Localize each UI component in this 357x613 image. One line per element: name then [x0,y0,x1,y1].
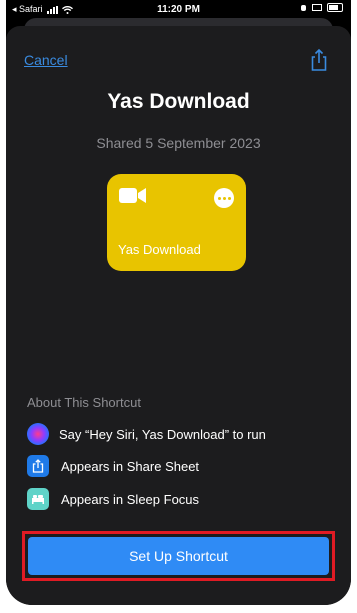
list-item-text: Appears in Share Sheet [61,458,200,474]
set-up-shortcut-button[interactable]: Set Up Shortcut [28,537,329,575]
cancel-button[interactable]: Cancel [24,52,68,68]
shared-date: Shared 5 September 2023 [96,135,261,151]
about-heading: About This Shortcut [27,395,141,410]
list-item-text: Appears in Sleep Focus [61,491,200,507]
status-bar: ◂ Safari 11:20 PM [6,0,351,20]
list-item-text: Say “Hey Siri, Yas Download” to run [59,426,266,442]
screen-mirroring-icon [312,3,322,11]
tile-label: Yas Download [118,242,201,257]
video-camera-icon [119,188,146,203]
list-item-siri: Say “Hey Siri, Yas Download” to run [27,423,266,445]
status-right [300,3,343,12]
highlight-box: Set Up Shortcut [22,531,335,581]
phone-screen: ◂ Safari 11:20 PM Cancel Yas Download Sh… [6,0,351,605]
alarm-icon [301,4,306,11]
shortcut-sheet: Cancel Yas Download Shared 5 September 2… [6,26,351,605]
list-item-share-sheet: Appears in Share Sheet [27,455,199,477]
battery-icon [327,3,343,12]
shortcut-title: Yas Download [107,90,250,113]
share-sheet-icon [27,455,49,477]
share-icon[interactable] [309,48,329,72]
shortcut-tile[interactable]: Yas Download [107,174,246,271]
more-options-icon[interactable] [214,188,234,208]
list-item-sleep-focus: Appears in Sleep Focus [27,488,199,510]
siri-icon [27,423,49,445]
sleep-bed-icon [27,488,49,510]
